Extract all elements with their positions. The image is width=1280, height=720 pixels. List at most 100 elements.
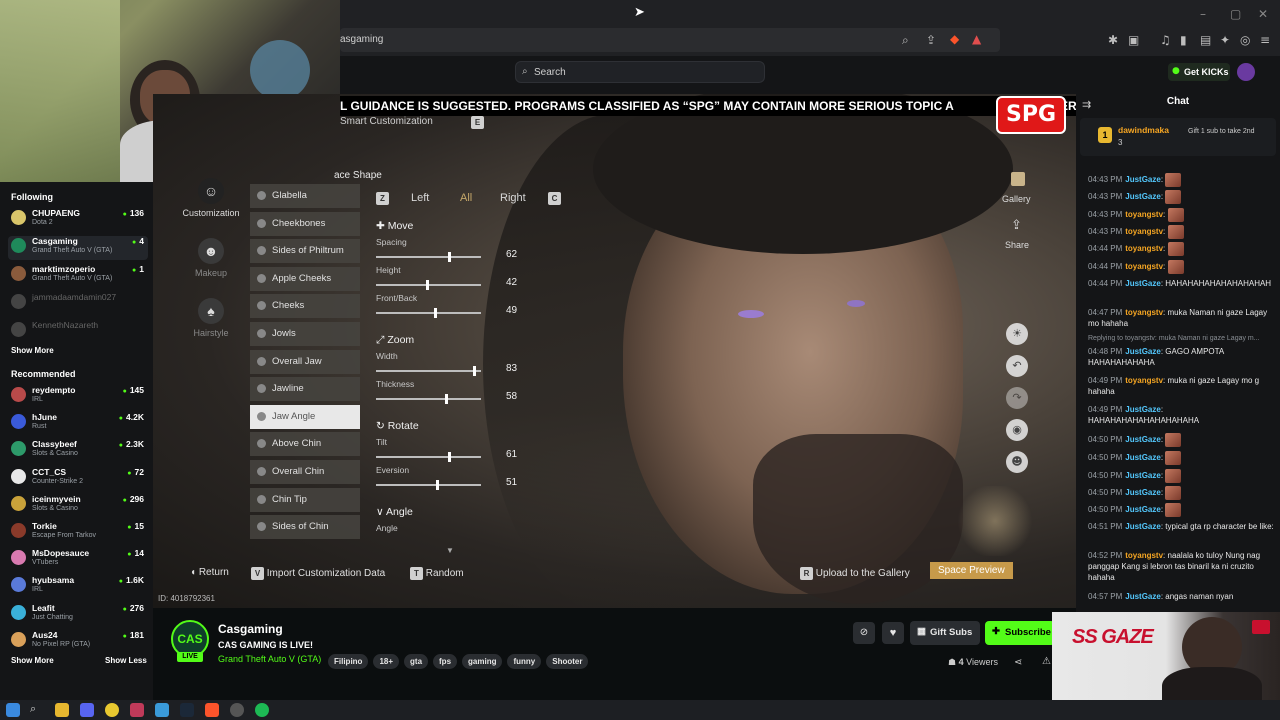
get-kicks-button[interactable]: ● Get KICKs (1168, 63, 1230, 81)
channel-item[interactable]: CCT_CSCounter-Strike 2 72 (8, 467, 148, 491)
makeup-tab[interactable]: ☻ Makeup (180, 238, 242, 278)
stream-tag[interactable]: funny (507, 654, 542, 669)
user-avatar[interactable] (1237, 63, 1255, 81)
hairstyle-tab[interactable]: ♠ Hairstyle (180, 298, 242, 338)
message-user[interactable]: JustGaze (1125, 192, 1161, 201)
face-part-item[interactable]: Jawline (250, 377, 360, 402)
sidebar-toggle-icon[interactable]: ▮ (1180, 33, 1187, 47)
face-part-item[interactable]: Cheekbones (250, 211, 360, 236)
channel-name[interactable]: Casgaming (218, 622, 283, 636)
mute-notifications-icon[interactable]: ⊘ (853, 622, 875, 644)
face-part-item[interactable]: Jaw Angle (250, 404, 360, 429)
seg-left[interactable]: Left (411, 192, 429, 204)
extensions-icon[interactable]: ✱ (1108, 33, 1118, 47)
front-back-slider[interactable] (376, 308, 481, 318)
face-part-item[interactable]: Jowls (250, 322, 360, 346)
channel-item[interactable]: CasgamingGrand Theft Auto V (GTA) 4 (8, 236, 148, 260)
message-user[interactable]: toyangstv (1125, 244, 1163, 253)
channel-item[interactable]: ClassybeefSlots & Casino 2.3K (8, 439, 148, 463)
chrome-icon[interactable] (105, 703, 119, 717)
seg-right[interactable]: Right (500, 192, 526, 204)
channel-item[interactable]: hJuneRust 4.2K (8, 412, 148, 436)
channel-item[interactable]: Aus24No Pixel RP (GTA) 181 (8, 630, 148, 654)
stream-tag[interactable]: gaming (462, 654, 503, 669)
obs-icon[interactable] (230, 703, 244, 717)
app-icon[interactable] (130, 703, 144, 717)
face-part-item[interactable]: Glabella (250, 184, 360, 208)
thickness-knob[interactable] (445, 394, 448, 404)
height-slider[interactable] (376, 280, 481, 290)
eversion-slider[interactable] (376, 480, 481, 490)
face-part-item[interactable]: Cheeks (250, 294, 360, 319)
ai-icon[interactable]: ✦ (1220, 33, 1230, 47)
channel-item[interactable]: MsDopesauceVTubers 14 (8, 548, 148, 572)
face-part-item[interactable]: Overall Chin (250, 460, 360, 484)
import-hint[interactable]: V Import Customization Data (251, 567, 385, 580)
message-user[interactable]: JustGaze (1125, 279, 1161, 288)
face-part-item[interactable]: Apple Cheeks (250, 266, 360, 291)
channel-item[interactable]: jammadaamdamin027 (8, 292, 148, 316)
channel-item[interactable]: LeafitJust Chatting 276 (8, 603, 148, 627)
seg-all[interactable]: All (460, 192, 472, 204)
thickness-slider[interactable] (376, 394, 481, 404)
gallery-icon[interactable] (1011, 172, 1025, 186)
address-bar[interactable]: asgaming (340, 28, 1000, 52)
message-user[interactable]: toyangstv (1125, 308, 1163, 317)
zoom-icon[interactable]: ⌕ (902, 33, 909, 48)
discord-icon[interactable] (80, 703, 94, 717)
message-user[interactable]: JustGaze (1125, 435, 1161, 444)
telegram-icon[interactable] (155, 703, 169, 717)
search-input[interactable]: ⌕ Search (515, 61, 765, 83)
compare-icon[interactable]: ☻ (1006, 451, 1028, 473)
share-label[interactable]: Share (1005, 240, 1029, 250)
redo-icon[interactable]: ↷ (1006, 387, 1028, 409)
start-icon[interactable] (6, 703, 20, 717)
random-hint[interactable]: T Random (410, 567, 464, 580)
width-slider[interactable] (376, 366, 481, 376)
message-user[interactable]: JustGaze (1125, 175, 1161, 184)
wallet-icon[interactable]: ▤ (1200, 33, 1211, 47)
undo-icon[interactable]: ↶ (1006, 355, 1028, 377)
eversion-knob[interactable] (436, 480, 439, 490)
pinned-gift-leader[interactable]: 1 dawindmaka 3 Gift 1 sub to take 2nd (1080, 118, 1276, 156)
message-user[interactable]: JustGaze (1125, 505, 1161, 514)
music-icon[interactable]: ♫ (1160, 33, 1171, 47)
menu-icon[interactable]: ≡ (1260, 33, 1270, 47)
message-user[interactable]: toyangstv (1125, 551, 1163, 560)
subscribe-button[interactable]: ✚ Subscribe (985, 621, 1055, 645)
stream-tag[interactable]: 18+ (373, 654, 400, 669)
customization-tab[interactable]: ☺ Customization (180, 178, 242, 218)
preview-button[interactable]: Space Preview (930, 562, 1013, 579)
channel-item[interactable]: CHUPAENGDota 2 136 (8, 208, 148, 232)
share-icon[interactable]: ⇪ (926, 33, 936, 47)
message-user[interactable]: toyangstv (1125, 376, 1163, 385)
face-part-item[interactable]: Above Chin (250, 432, 360, 457)
tilt-knob[interactable] (448, 452, 451, 462)
message-user[interactable]: toyangstv (1125, 210, 1163, 219)
gift-subs-button[interactable]: ▦ Gift Subs (910, 621, 980, 645)
spacing-slider[interactable] (376, 252, 481, 262)
message-user[interactable]: JustGaze (1125, 592, 1161, 601)
screenshot-icon[interactable]: ▣ (1128, 33, 1139, 47)
taskbar-search-icon[interactable]: ⌕ (30, 703, 44, 717)
face-part-item[interactable]: Sides of Chin (250, 515, 360, 540)
message-user[interactable]: JustGaze (1125, 522, 1161, 531)
message-user[interactable]: JustGaze (1125, 453, 1161, 462)
channel-item[interactable]: TorkieEscape From Tarkov 15 (8, 521, 148, 545)
share-game-icon[interactable]: ⇪ (1011, 218, 1022, 233)
scroll-down-icon[interactable]: ▼ (446, 546, 454, 555)
spacing-knob[interactable] (448, 252, 451, 262)
channel-item[interactable]: marktimzoperioGrand Theft Auto V (GTA) 1 (8, 264, 148, 288)
message-user[interactable]: toyangstv (1125, 262, 1163, 271)
height-knob[interactable] (426, 280, 429, 290)
channel-item[interactable]: KennethNazareth (8, 320, 148, 344)
lighting-icon[interactable]: ☀ (1006, 323, 1028, 345)
channel-item[interactable]: iceinmyveinSlots & Casino 296 (8, 494, 148, 518)
stream-tag[interactable]: fps (433, 654, 458, 669)
message-user[interactable]: JustGaze (1125, 347, 1161, 356)
follow-heart-icon[interactable]: ♥ (882, 622, 904, 644)
channel-item[interactable]: reydemptoIRL 145 (8, 385, 148, 409)
stream-tag[interactable]: Shooter (546, 654, 589, 669)
return-hint[interactable]: ◖ Return (190, 567, 229, 578)
show-more-following[interactable]: Show More (11, 346, 54, 355)
